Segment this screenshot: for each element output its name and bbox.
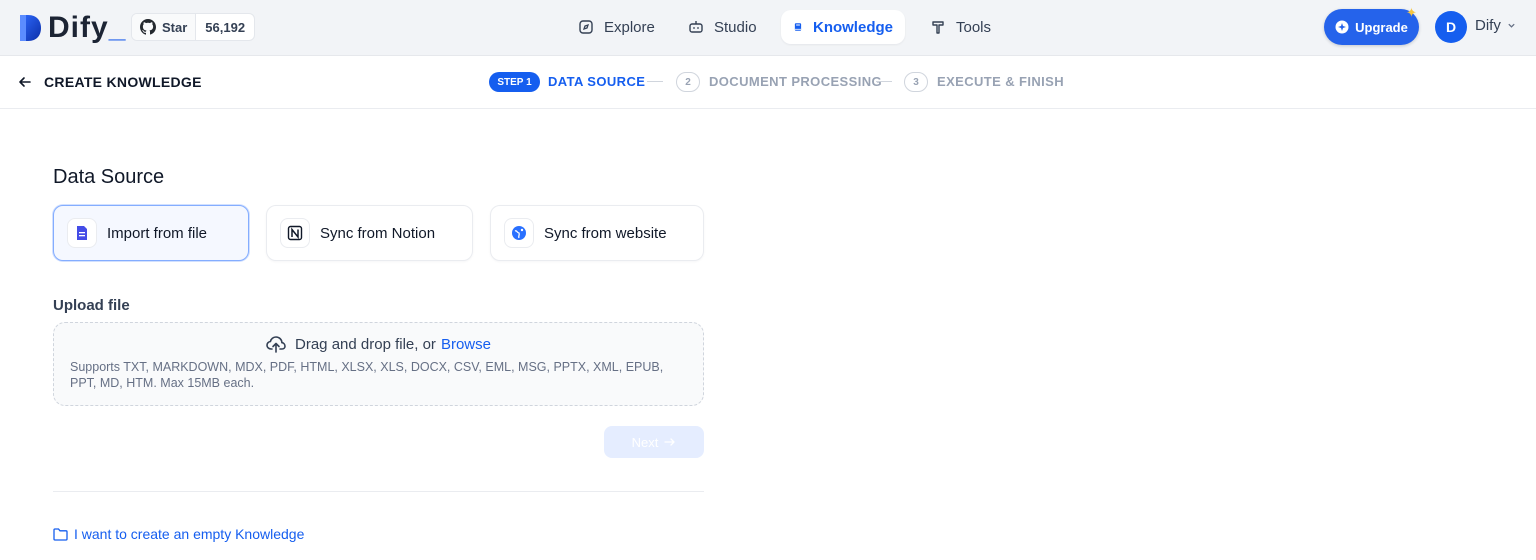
cloud-upload-icon: [266, 336, 286, 353]
step-3-badge: 3: [904, 72, 928, 92]
file-icon: [67, 218, 97, 248]
compass-icon: [579, 20, 593, 34]
source-import-file-label: Import from file: [107, 224, 208, 242]
file-dropzone[interactable]: Drag and drop file, or Browse Supports T…: [53, 322, 704, 406]
empty-link-label: I want to create an empty Knowledge: [74, 526, 305, 542]
notion-icon: [280, 218, 310, 248]
next-label: Next: [631, 434, 659, 450]
top-navbar: Dify_ Star 56,192 Explore Studio Knowled…: [0, 0, 1536, 56]
user-menu[interactable]: Dify: [1475, 17, 1516, 34]
github-star-widget[interactable]: Star 56,192: [131, 13, 256, 41]
user-name: Dify: [1475, 17, 1501, 34]
section-title: Data Source: [53, 166, 165, 188]
github-star-button[interactable]: Star: [132, 14, 197, 40]
nav-explore-label: Explore: [604, 18, 655, 36]
source-notion[interactable]: Sync from Notion: [266, 205, 473, 261]
folder-icon: [53, 527, 68, 541]
next-button[interactable]: Next: [604, 426, 704, 458]
robot-icon: [689, 21, 703, 33]
nav-studio[interactable]: Studio: [676, 10, 769, 44]
step-3-label: EXECUTE & FINISH: [937, 74, 1065, 89]
nav-tools[interactable]: Tools: [918, 10, 1003, 44]
nav-tools-label: Tools: [956, 18, 992, 36]
step-1-badge: STEP 1: [489, 72, 540, 92]
step-separator: [876, 81, 892, 82]
step-separator: [647, 81, 663, 82]
logo-text: Dify_: [48, 11, 127, 44]
source-website[interactable]: Sync from website: [490, 205, 704, 261]
nav-knowledge-label: Knowledge: [812, 18, 893, 36]
drop-instructions: Drag and drop file, or Browse: [54, 335, 703, 353]
upgrade-label: Upgrade: [1355, 19, 1408, 35]
source-website-label: Sync from website: [544, 224, 667, 242]
step-header: CREATE KNOWLEDGE STEP 1 DATA SOURCE 2 DO…: [0, 56, 1536, 109]
supported-formats-text: Supports TXT, MARKDOWN, MDX, PDF, HTML, …: [70, 360, 664, 390]
upload-file-label: Upload file: [53, 297, 130, 314]
step-2-badge: 2: [676, 72, 700, 92]
dify-logo[interactable]: Dify_: [18, 11, 127, 44]
github-star-count[interactable]: 56,192: [196, 14, 254, 40]
create-empty-knowledge-link[interactable]: I want to create an empty Knowledge: [53, 526, 304, 542]
chevron-down-icon: [1508, 23, 1515, 28]
sparkle-icon: [1335, 20, 1349, 34]
nav-studio-label: Studio: [714, 18, 757, 36]
nav-knowledge[interactable]: Knowledge: [781, 10, 905, 44]
avatar[interactable]: D: [1435, 11, 1467, 43]
github-icon: [140, 19, 156, 35]
arrow-right-icon: [664, 438, 676, 446]
globe-icon: [504, 218, 534, 248]
divider: [53, 491, 704, 492]
upgrade-button[interactable]: Upgrade: [1324, 9, 1419, 45]
dify-logo-icon: [20, 15, 41, 41]
page-title: CREATE KNOWLEDGE: [44, 74, 202, 90]
browse-link[interactable]: Browse: [441, 336, 491, 353]
drop-text: Drag and drop file, or: [295, 335, 436, 353]
arrow-left-icon: [19, 77, 31, 87]
book-icon: [794, 23, 802, 31]
source-import-file[interactable]: Import from file: [53, 205, 249, 261]
star-sparkle-icon: ✦: [1406, 5, 1417, 20]
step-2-label: DOCUMENT PROCESSING: [709, 74, 883, 89]
step-1-label: DATA SOURCE: [548, 74, 646, 89]
nav-explore[interactable]: Explore: [566, 10, 667, 44]
back-button[interactable]: CREATE KNOWLEDGE: [18, 74, 202, 90]
github-star-label: Star: [162, 19, 188, 35]
source-notion-label: Sync from Notion: [320, 224, 436, 242]
hammer-icon: [932, 21, 944, 34]
